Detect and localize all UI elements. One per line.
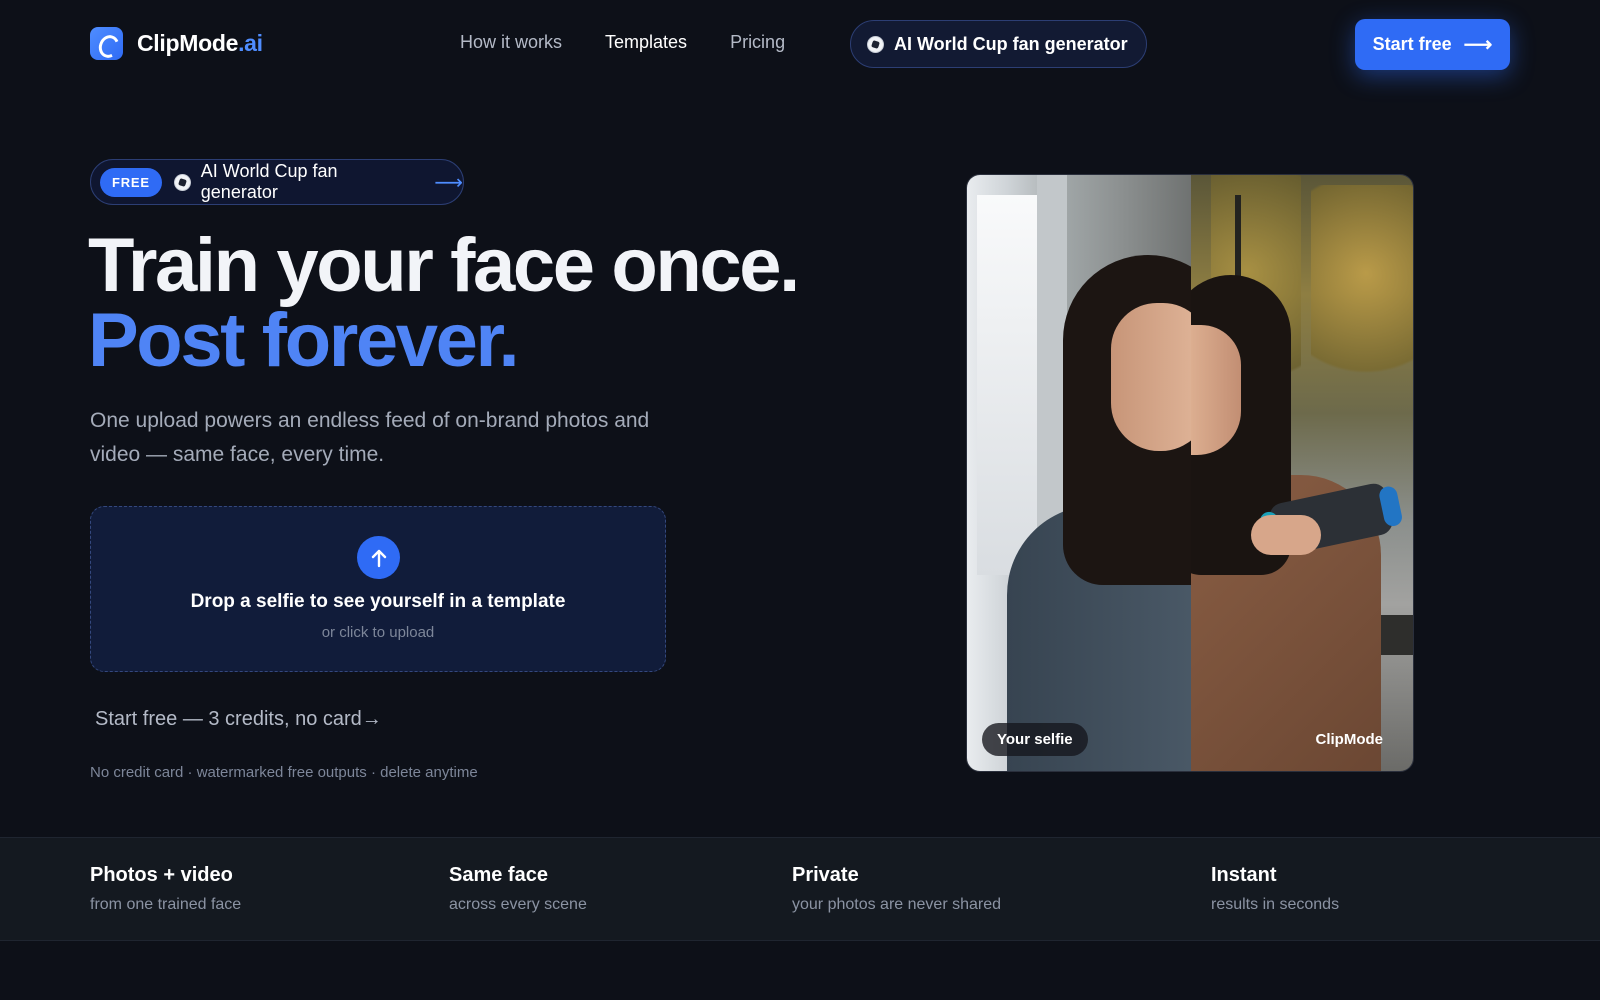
feature-private: Private your photos are never shared xyxy=(792,864,1001,914)
dropzone-subtitle: or click to upload xyxy=(321,624,435,641)
feature-title: Photos + video xyxy=(90,864,233,886)
feature-instant: Instant results in seconds xyxy=(1211,864,1339,914)
arrow-right-icon: ⟶ xyxy=(434,171,463,194)
logo-link[interactable]: ClipMode.ai xyxy=(90,27,263,60)
headline-line2: Post forever. xyxy=(88,298,520,383)
feature-strip: Photos + video from one trained face Sam… xyxy=(0,837,1600,941)
feature-subtitle: your photos are never shared xyxy=(792,896,1002,913)
generated-photo xyxy=(1191,175,1413,771)
fineprint: No credit card · watermarked free output… xyxy=(90,764,478,781)
nav-link-templates[interactable]: Templates xyxy=(605,32,687,53)
your-selfie-label: Your selfie xyxy=(982,723,1088,756)
start-free-label: Start free xyxy=(1372,34,1452,54)
nav-world-cup-pill[interactable]: AI World Cup fan generator xyxy=(850,20,1147,68)
feature-subtitle: from one trained face xyxy=(90,896,242,913)
free-tag: FREE xyxy=(100,167,162,197)
soccer-ball-icon xyxy=(867,35,884,53)
selfie-photo xyxy=(967,175,1191,771)
feature-same-face: Same face across every scene xyxy=(449,864,587,914)
subheadline: One upload powers an endless feed of on-… xyxy=(90,409,650,466)
selfie-dropzone[interactable]: Drop a selfie to see yourself in a templ… xyxy=(90,506,666,672)
start-free-link[interactable]: Start free — 3 credits, no card→ xyxy=(95,708,382,731)
feature-title: Private xyxy=(792,864,859,886)
brand-name: ClipMode.ai xyxy=(137,30,263,56)
feature-title: Instant xyxy=(1211,864,1277,886)
logo-moon-icon xyxy=(90,27,123,60)
badge-label: AI World Cup fan generator xyxy=(200,161,338,202)
upload-arrow-icon xyxy=(357,536,400,579)
feature-subtitle: across every scene xyxy=(449,896,587,913)
badge-content: AI World Cup fan generator ⟶ xyxy=(173,161,463,203)
free-generator-badge[interactable]: FREE AI World Cup fan generator ⟶ xyxy=(90,159,464,205)
soccer-ball-icon xyxy=(173,173,191,191)
nav-link-how-it-works[interactable]: How it works xyxy=(460,32,562,53)
nav-link-pricing[interactable]: Pricing xyxy=(730,32,785,53)
feature-photos-video: Photos + video from one trained face xyxy=(90,864,241,914)
dropzone-title: Drop a selfie to see yourself in a templ… xyxy=(190,591,566,612)
top-nav: ClipMode.ai How it works Templates Prici… xyxy=(0,0,1600,90)
nav-links: How it works Templates Pricing xyxy=(460,32,785,53)
feature-subtitle: results in seconds xyxy=(1211,896,1340,913)
nav-pill-label: AI World Cup fan generator xyxy=(894,33,1128,54)
before-after-comparison[interactable]: Your selfie ClipMode xyxy=(966,174,1414,772)
headline-line1: Train your face once. xyxy=(88,223,800,308)
feature-title: Same face xyxy=(449,864,548,886)
arrow-right-icon: ⟶ xyxy=(1463,33,1493,56)
clipmode-label: ClipMode xyxy=(1315,731,1384,748)
start-free-button[interactable]: Start free ⟶ xyxy=(1355,19,1510,70)
